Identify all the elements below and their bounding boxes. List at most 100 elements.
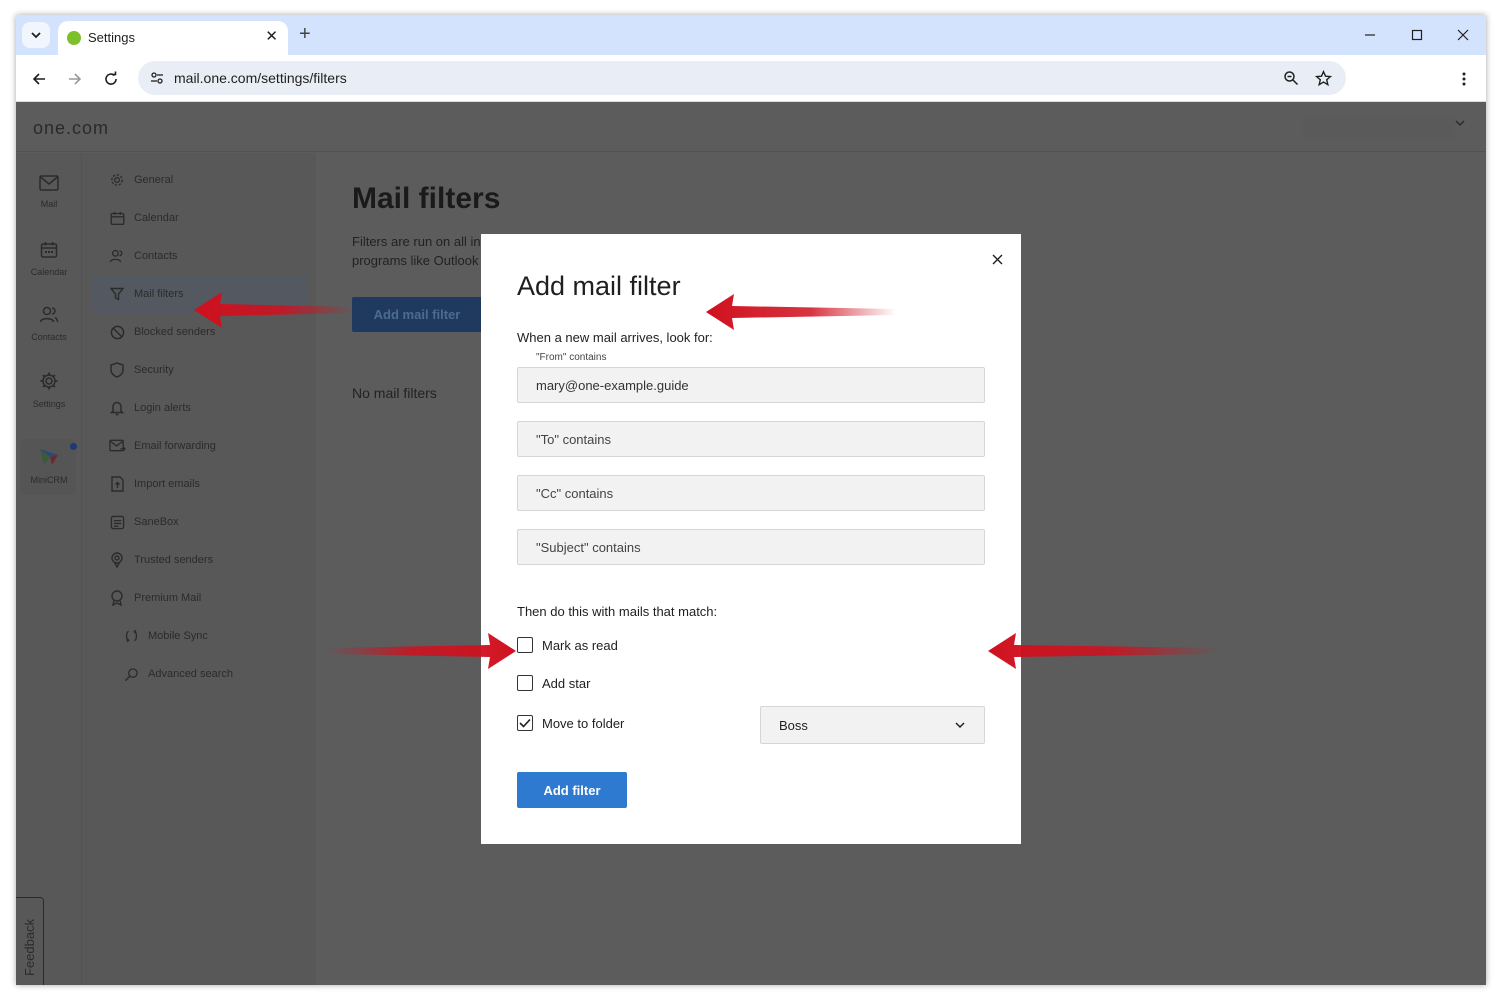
mail-app: one.com Mail Calendar Contacts Settings … bbox=[16, 102, 1486, 985]
feedback-label: Feedback bbox=[22, 918, 37, 976]
rail-label: Settings bbox=[32, 399, 66, 409]
url-text[interactable]: mail.one.com/settings/filters bbox=[174, 70, 347, 86]
badge-icon bbox=[102, 590, 132, 606]
reload-icon[interactable] bbox=[99, 67, 123, 91]
page-description-line: Filters are run on all inc bbox=[352, 234, 482, 249]
settings-nav-security[interactable]: Security bbox=[92, 351, 308, 389]
maximize-icon[interactable] bbox=[1405, 23, 1429, 47]
checkbox-label: Mark as read bbox=[542, 637, 618, 653]
settings-nav: General Calendar Contacts Mail filters B… bbox=[82, 153, 316, 985]
rail-label: MiniCRM bbox=[30, 475, 68, 485]
chevron-down-icon[interactable] bbox=[1453, 116, 1467, 130]
settings-nav-login-alerts[interactable]: Login alerts bbox=[92, 389, 308, 427]
settings-nav-email-forwarding[interactable]: Email forwarding bbox=[92, 427, 308, 465]
tab-title: Settings bbox=[88, 30, 135, 45]
settings-nav-contacts[interactable]: Contacts bbox=[92, 237, 308, 275]
tab-strip: Settings ✕ + bbox=[16, 15, 1486, 55]
settings-nav-advanced-search[interactable]: Advanced search bbox=[106, 655, 308, 693]
subject-contains-input[interactable] bbox=[517, 529, 985, 565]
filter-icon bbox=[102, 287, 132, 301]
checkbox-label: Add star bbox=[542, 675, 591, 691]
rail-item-settings[interactable]: Settings bbox=[16, 371, 82, 409]
from-field-label: "From" contains bbox=[536, 352, 607, 363]
sanebox-icon bbox=[102, 515, 132, 530]
rail-item-calendar[interactable]: Calendar bbox=[16, 241, 82, 277]
settings-nav-import-emails[interactable]: Import emails bbox=[92, 465, 308, 503]
sync-icon bbox=[116, 629, 146, 643]
add-filter-button[interactable]: Add filter bbox=[517, 772, 627, 808]
rail-item-contacts[interactable]: Contacts bbox=[16, 306, 82, 342]
dialog-subtitle: When a new mail arrives, look for: bbox=[517, 330, 713, 345]
close-icon[interactable] bbox=[988, 250, 1006, 268]
trusted-icon bbox=[102, 552, 132, 568]
settings-nav-label: Mobile Sync bbox=[148, 630, 208, 642]
add-star-checkbox[interactable] bbox=[517, 675, 533, 691]
settings-nav-sanebox[interactable]: SaneBox bbox=[92, 503, 308, 541]
block-icon bbox=[102, 325, 132, 340]
zoom-icon[interactable] bbox=[1282, 69, 1300, 87]
app-header: one.com bbox=[16, 102, 1486, 152]
site-info-icon[interactable] bbox=[148, 69, 166, 87]
address-bar[interactable]: mail.one.com/settings/filters bbox=[138, 61, 1346, 95]
brand-logo[interactable]: one.com bbox=[33, 118, 109, 139]
empty-state-text: No mail filters bbox=[352, 385, 437, 401]
settings-nav-label: Mail filters bbox=[134, 288, 184, 300]
chevron-down-icon bbox=[955, 722, 965, 729]
forward-icon[interactable] bbox=[63, 67, 87, 91]
new-tab-icon[interactable]: + bbox=[299, 23, 311, 45]
add-star-option[interactable]: Add star bbox=[517, 673, 590, 693]
tab-search-button[interactable] bbox=[22, 22, 50, 48]
to-contains-input[interactable] bbox=[517, 421, 985, 457]
calendar-icon bbox=[102, 211, 132, 226]
back-icon[interactable] bbox=[27, 67, 51, 91]
search-icon bbox=[116, 667, 146, 682]
settings-nav-label: Login alerts bbox=[134, 402, 191, 414]
browser-toolbar: mail.one.com/settings/filters bbox=[16, 55, 1486, 102]
mail-icon bbox=[16, 175, 82, 191]
rail-item-minicrm[interactable]: MiniCRM bbox=[20, 439, 77, 495]
page-title: Mail filters bbox=[352, 182, 501, 215]
settings-nav-premium-mail[interactable]: Premium Mail bbox=[92, 579, 308, 617]
settings-nav-label: Email forwarding bbox=[134, 440, 216, 452]
browser-window: Settings ✕ + mail.one.com/settings/filte… bbox=[16, 15, 1486, 985]
settings-nav-blocked-senders[interactable]: Blocked senders bbox=[92, 313, 308, 351]
folder-select[interactable]: Boss bbox=[760, 706, 985, 744]
settings-nav-general[interactable]: General bbox=[92, 161, 308, 199]
browser-tab[interactable]: Settings ✕ bbox=[58, 21, 288, 55]
rail-item-minicrm-inner: MiniCRM bbox=[16, 447, 82, 485]
close-window-icon[interactable] bbox=[1451, 23, 1475, 47]
settings-nav-trusted-senders[interactable]: Trusted senders bbox=[92, 541, 308, 579]
bookmark-star-icon[interactable] bbox=[1314, 69, 1332, 87]
move-to-folder-checkbox[interactable] bbox=[517, 715, 533, 731]
rail-label: Calendar bbox=[30, 267, 68, 277]
import-icon bbox=[102, 476, 132, 492]
chevron-down-icon bbox=[31, 32, 41, 39]
add-mail-filter-button[interactable]: Add mail filter bbox=[352, 297, 482, 332]
from-contains-input[interactable] bbox=[517, 367, 985, 403]
minicrm-logo-icon bbox=[16, 447, 82, 467]
page-description: Filters are run on all inc programs like… bbox=[352, 232, 482, 270]
checkbox-label: Move to folder bbox=[542, 715, 625, 731]
mark-as-read-checkbox[interactable] bbox=[517, 637, 533, 653]
contacts-icon bbox=[102, 249, 132, 264]
rail-item-mail[interactable]: Mail bbox=[16, 175, 82, 209]
mark-as-read-option[interactable]: Mark as read bbox=[517, 635, 618, 655]
settings-nav-label: Blocked senders bbox=[134, 326, 216, 338]
calendar-icon bbox=[16, 241, 82, 259]
account-name-redacted[interactable] bbox=[1304, 118, 1454, 138]
settings-nav-calendar[interactable]: Calendar bbox=[92, 199, 308, 237]
cc-contains-input[interactable] bbox=[517, 475, 985, 511]
settings-nav-label: SaneBox bbox=[134, 516, 179, 528]
app-rail: Mail Calendar Contacts Settings MiniCRM … bbox=[16, 153, 82, 985]
settings-nav-mobile-sync[interactable]: Mobile Sync bbox=[106, 617, 308, 655]
settings-nav-label: Contacts bbox=[134, 250, 178, 262]
browser-menu-icon[interactable] bbox=[1454, 69, 1474, 89]
move-to-folder-option[interactable]: Move to folder bbox=[517, 713, 624, 733]
add-mail-filter-dialog: Add mail filter When a new mail arrives,… bbox=[481, 234, 1021, 844]
minimize-icon[interactable] bbox=[1358, 23, 1382, 47]
folder-select-value: Boss bbox=[779, 718, 808, 733]
settings-nav-mail-filters[interactable]: Mail filters bbox=[92, 275, 308, 313]
feedback-tab[interactable]: Feedback bbox=[16, 897, 44, 985]
close-tab-icon[interactable]: ✕ bbox=[265, 27, 278, 45]
actions-title: Then do this with mails that match: bbox=[517, 604, 718, 619]
